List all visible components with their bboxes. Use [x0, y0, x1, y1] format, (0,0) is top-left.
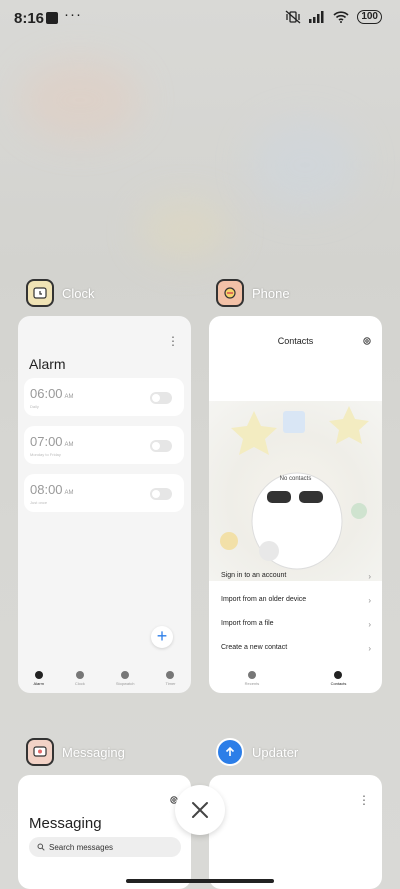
nav-stopwatch[interactable]: Stopwatch — [115, 670, 135, 686]
clock-app-icon — [26, 279, 54, 307]
alarm-repeat: Daily — [30, 404, 39, 409]
alarm-repeat: Just once — [30, 500, 48, 505]
contact-option-label: Import from an older device — [221, 596, 307, 603]
nav-clock[interactable]: Clock — [74, 670, 85, 686]
contact-option[interactable]: Import from an older device › — [221, 596, 371, 605]
nav-alarm[interactable]: Alarm — [33, 670, 44, 686]
chevron-right-icon: › — [368, 572, 371, 581]
contact-option[interactable]: Sign in to an account › — [221, 572, 371, 581]
updater-app-icon — [216, 738, 244, 766]
updater-app-card[interactable]: ⋮ — [209, 775, 382, 889]
alarm-toggle[interactable] — [150, 440, 172, 452]
contacts-icon — [334, 670, 343, 679]
nav-label: Clock — [74, 680, 85, 686]
contact-option-label: Import from a file — [221, 620, 274, 627]
clock-icon — [75, 670, 84, 679]
close-icon — [192, 802, 208, 818]
phone-app-card[interactable]: Contacts No contacts Sign in to an accou… — [209, 316, 382, 693]
nav-label: Alarm — [33, 680, 44, 686]
nav-contacts[interactable]: Contacts — [330, 670, 347, 686]
status-bar: 8:16 ··· 100 — [0, 0, 400, 36]
clock-app-card[interactable]: ⋮ Alarm 06:00 AM Daily 07:00 AM Monday to … — [18, 316, 191, 693]
clock-app-name: Clock — [62, 285, 95, 301]
alarm-time: 07:00 — [30, 434, 63, 449]
empty-state-text: No contacts — [279, 476, 312, 482]
messaging-title: Messaging — [29, 815, 102, 832]
search-placeholder: Search messages — [49, 842, 114, 852]
wallpaper-blob — [20, 60, 140, 140]
more-notifications-icon: ··· — [64, 6, 82, 23]
messaging-app-header[interactable]: Messaging — [26, 738, 125, 766]
alarm-repeat: Monday to Friday — [30, 452, 61, 457]
alarm-item[interactable]: 08:00 AM Just once — [24, 474, 184, 512]
phone-app-header[interactable]: Phone — [216, 279, 290, 307]
nav-label: Contacts — [330, 680, 347, 686]
signal-icon — [309, 11, 324, 23]
nav-label: Timer — [165, 680, 176, 686]
phone-app-icon — [216, 279, 244, 307]
clock-app-header[interactable]: Clock — [26, 279, 95, 307]
add-alarm-button[interactable]: + — [151, 626, 173, 648]
search-messages-input[interactable]: Search messages — [29, 837, 181, 857]
kebab-icon[interactable]: ⋮ — [358, 793, 370, 807]
contact-option-label: Create a new contact — [221, 644, 288, 651]
alarm-toggle[interactable] — [150, 488, 172, 500]
alarm-toggle[interactable] — [150, 392, 172, 404]
contact-option[interactable]: Import from a file › — [221, 620, 371, 629]
wallpaper-blob — [250, 120, 360, 210]
alarm-icon — [34, 670, 43, 679]
recents-icon — [247, 670, 256, 679]
search-icon — [37, 843, 45, 851]
nav-label: Stopwatch — [115, 680, 135, 686]
contact-placeholder-icon — [283, 411, 305, 433]
alarm-ampm: AM — [64, 394, 74, 400]
messaging-app-icon — [26, 738, 54, 766]
nav-timer[interactable]: Timer — [165, 670, 176, 686]
nav-label: Recents — [244, 680, 260, 686]
updater-app-header[interactable]: Updater — [216, 738, 298, 766]
chevron-right-icon: › — [368, 644, 371, 653]
stopwatch-icon — [121, 670, 130, 679]
phone-app-name: Phone — [252, 285, 290, 301]
home-indicator[interactable] — [126, 879, 274, 883]
clear-all-button[interactable] — [175, 785, 225, 835]
alarm-item[interactable]: 06:00 AM Daily — [24, 378, 184, 416]
phone-bottom-nav: Recents Contacts — [209, 663, 382, 693]
battery-indicator: 100 — [357, 10, 382, 24]
chevron-right-icon: › — [368, 620, 371, 629]
updater-app-name: Updater — [252, 744, 299, 760]
kebab-icon[interactable]: ⋮ — [167, 334, 179, 348]
alarm-time: 08:00 — [30, 482, 63, 497]
contacts-title: Contacts — [277, 336, 314, 346]
clock-bottom-nav: Alarm Clock Stopwatch Timer — [18, 663, 191, 693]
alarm-time: 06:00 — [30, 386, 63, 401]
alarm-ampm: AM — [64, 442, 74, 448]
nav-recents[interactable]: Recents — [244, 670, 260, 686]
notification-icon — [46, 12, 58, 24]
alarm-item[interactable]: 07:00 AM Monday to Friday — [24, 426, 184, 464]
status-time: 8:16 — [14, 10, 45, 27]
messaging-app-card[interactable]: Messaging Search messages — [18, 775, 191, 889]
messaging-app-name: Messaging — [62, 744, 125, 760]
wallpaper-blob — [140, 200, 230, 260]
alarm-title: Alarm — [29, 356, 66, 372]
chevron-right-icon: › — [368, 596, 371, 605]
contact-option-label: Sign in to an account — [221, 572, 287, 579]
timer-icon — [166, 670, 175, 679]
alarm-ampm: AM — [64, 490, 74, 496]
vibrate-icon — [285, 10, 301, 24]
contact-option[interactable]: Create a new contact › — [221, 644, 371, 653]
gear-icon[interactable] — [362, 336, 372, 346]
wifi-icon — [333, 11, 349, 23]
